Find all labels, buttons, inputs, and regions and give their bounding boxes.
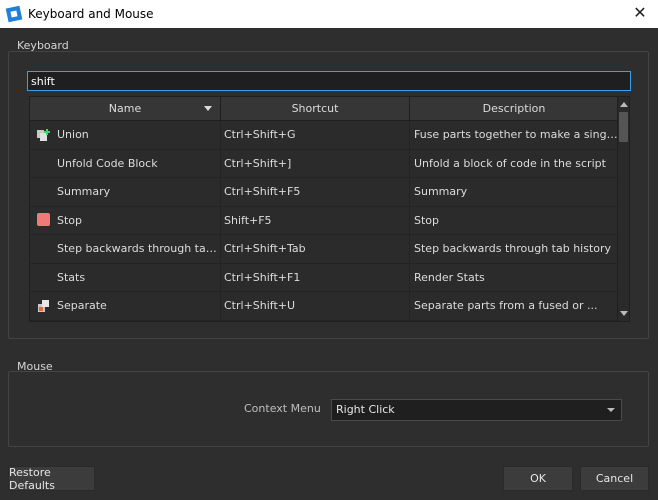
- row-name: Summary: [57, 185, 111, 199]
- union-icon: [36, 127, 52, 143]
- shortcuts-table: Name Shortcut Description Union Ctrl+Shi…: [29, 96, 630, 322]
- row-shortcut: Shift+F5: [224, 213, 272, 227]
- cancel-button[interactable]: Cancel: [580, 466, 649, 491]
- context-menu-select[interactable]: Right Click: [331, 399, 622, 421]
- table-scrollbar[interactable]: [617, 97, 629, 321]
- mouse-group-label: Mouse: [17, 360, 53, 373]
- ok-button[interactable]: OK: [503, 466, 573, 491]
- scroll-thumb[interactable]: [619, 112, 628, 142]
- row-description: Stop: [414, 213, 440, 227]
- row-name: Union: [57, 128, 89, 142]
- app-logo-icon: [5, 5, 23, 23]
- column-header-name[interactable]: Name: [30, 97, 221, 121]
- row-name: Stats: [57, 270, 86, 284]
- keyboard-group-label: Keyboard: [17, 39, 69, 52]
- chevron-down-icon: [607, 408, 615, 412]
- search-input[interactable]: [27, 71, 631, 91]
- row-shortcut: Ctrl+Shift+G: [224, 128, 296, 142]
- row-description: Render Stats: [414, 270, 485, 284]
- row-description: Step backwards through tab history: [414, 242, 612, 256]
- row-name: Stop: [57, 213, 83, 227]
- table-row[interactable]: Stop Shift+F5 Stop: [30, 206, 618, 235]
- row-shortcut: Ctrl+Shift+]: [224, 156, 292, 170]
- row-name: Separate: [57, 299, 107, 313]
- row-name: Unfold Code Block: [57, 156, 158, 170]
- row-description: Separate parts from a fused or ...: [414, 299, 598, 313]
- scroll-up-icon[interactable]: [620, 102, 628, 107]
- keyboard-and-mouse-dialog: Keyboard and Mouse ✕ Keyboard Name Short…: [0, 0, 658, 500]
- table-row[interactable]: Separate Ctrl+Shift+U Separate parts fro…: [30, 292, 618, 321]
- column-header-description[interactable]: Description: [410, 97, 618, 121]
- separate-icon: [36, 298, 52, 314]
- row-description: Fuse parts together to make a single par…: [414, 128, 618, 142]
- scroll-down-icon[interactable]: [620, 311, 628, 316]
- row-description: Unfold a block of code in the script: [414, 156, 606, 170]
- row-description: Summary: [414, 185, 468, 199]
- table-row[interactable]: Summary Ctrl+Shift+F5 Summary: [30, 178, 618, 207]
- stop-icon: [36, 212, 52, 228]
- row-name: Step backwards through tab ...: [57, 242, 220, 256]
- restore-defaults-button[interactable]: Restore Defaults: [8, 466, 95, 492]
- title-bar: Keyboard and Mouse ✕: [0, 0, 658, 28]
- context-menu-label: Context Menu: [244, 402, 321, 415]
- row-shortcut: Ctrl+Shift+Tab: [224, 242, 306, 256]
- table-header: Name Shortcut Description: [30, 97, 618, 121]
- table-row[interactable]: Unfold Code Block Ctrl+Shift+] Unfold a …: [30, 149, 618, 178]
- row-shortcut: Ctrl+Shift+U: [224, 299, 296, 313]
- table-body: Union Ctrl+Shift+G Fuse parts together t…: [30, 121, 618, 321]
- sort-descending-icon: [204, 106, 212, 111]
- column-header-shortcut[interactable]: Shortcut: [221, 97, 410, 121]
- window-title: Keyboard and Mouse: [28, 7, 154, 21]
- table-row[interactable]: Union Ctrl+Shift+G Fuse parts together t…: [30, 121, 618, 150]
- table-row[interactable]: Stats Ctrl+Shift+F1 Render Stats: [30, 263, 618, 292]
- table-row[interactable]: Step backwards through tab ... Ctrl+Shif…: [30, 235, 618, 264]
- row-shortcut: Ctrl+Shift+F1: [224, 270, 301, 284]
- close-icon[interactable]: ✕: [632, 5, 648, 21]
- context-menu-value: Right Click: [336, 403, 395, 416]
- row-shortcut: Ctrl+Shift+F5: [224, 185, 301, 199]
